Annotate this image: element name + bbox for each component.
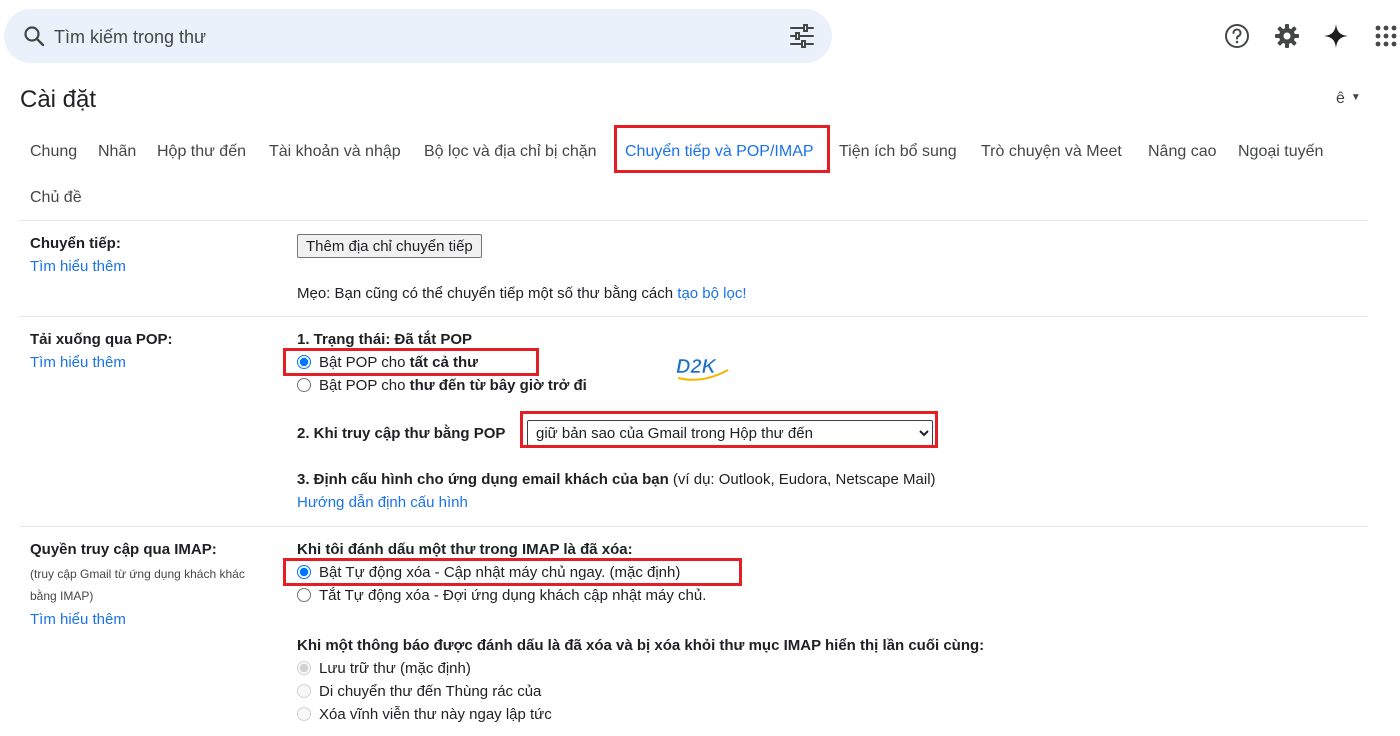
pop-learn-more-link[interactable]: Tìm hiểu thêm <box>30 354 126 371</box>
input-tools-label: ê <box>1336 90 1345 107</box>
gemini-sparkle-icon[interactable] <box>1322 22 1350 50</box>
forwarding-learn-more-link[interactable]: Tìm hiểu thêm <box>30 258 126 275</box>
highlight-pop-all <box>283 348 539 376</box>
imap-expunge-opt2-text: Di chuyển thư đến Thùng rác của <box>319 683 542 700</box>
highlight-imap-auto-on <box>283 558 742 586</box>
imap-label: Quyền truy cập qua IMAP: <box>30 541 217 558</box>
search-input[interactable] <box>52 22 756 52</box>
tab-labels[interactable]: Nhãn <box>98 143 136 161</box>
search-icon[interactable] <box>22 24 46 48</box>
section-divider <box>20 316 1368 317</box>
d2k-logo: D2K <box>676 356 729 381</box>
pop-enable-new-radio[interactable] <box>297 378 311 392</box>
add-forwarding-address-button[interactable]: Thêm địa chỉ chuyển tiếp <box>297 234 482 258</box>
page-title: Cài đặt <box>20 86 97 113</box>
tab-highlight-box <box>614 125 830 173</box>
imap-expunge-archive-option[interactable]: Lưu trữ thư (mặc định) <box>297 660 471 677</box>
pop-config-bold: 3. Định cấu hình cho ứng dụng email khác… <box>297 471 669 488</box>
pop-label: Tải xuống qua POP: <box>30 331 173 348</box>
imap-subtext-1: (truy cập Gmail từ ứng dụng khách khác <box>30 567 245 581</box>
imap-expunge-archive-radio[interactable] <box>297 661 311 675</box>
tab-addons[interactable]: Tiện ích bổ sung <box>839 143 957 161</box>
pop-option2-bold: thư đến từ bây giờ trở đi <box>409 377 587 394</box>
imap-auto-expunge-off-radio[interactable] <box>297 588 311 602</box>
tabs-divider <box>20 220 1368 221</box>
pop-enable-new-option[interactable]: Bật POP cho thư đến từ bây giờ trở đi <box>297 377 587 394</box>
tab-advanced[interactable]: Nâng cao <box>1148 143 1217 161</box>
tab-offline[interactable]: Ngoại tuyến <box>1238 143 1323 161</box>
tab-inbox[interactable]: Hộp thư đến <box>157 143 246 161</box>
imap-expunge-delete-option[interactable]: Xóa vĩnh viễn thư này ngay lập tức <box>297 706 552 723</box>
pop-config-text: 3. Định cấu hình cho ứng dụng email khác… <box>297 471 936 488</box>
forwarding-label: Chuyển tiếp: <box>30 235 121 252</box>
tab-general[interactable]: Chung <box>30 143 77 161</box>
imap-auto-expunge-off-option[interactable]: Tắt Tự động xóa - Đợi ứng dụng khách cập… <box>297 587 706 604</box>
input-tools-selector[interactable]: ê ▼ <box>1336 90 1361 108</box>
pop-status: 1. Trạng thái: Đã tắt POP <box>297 331 473 348</box>
forwarding-tip-text: Mẹo: Bạn cũng có thể chuyển tiếp một số … <box>297 285 678 302</box>
tab-chat-meet[interactable]: Trò chuyện và Meet <box>981 143 1122 161</box>
imap-expunge-trash-option[interactable]: Di chuyển thư đến Thùng rác của <box>297 683 541 700</box>
imap-expunge-delete-radio[interactable] <box>297 707 311 721</box>
forwarding-tip: Mẹo: Bạn cũng có thể chuyển tiếp một số … <box>297 285 747 302</box>
pop-config-rest: (ví dụ: Outlook, Eudora, Netscape Mail) <box>668 471 936 488</box>
search-bar[interactable] <box>4 9 832 63</box>
section-divider <box>20 526 1368 527</box>
imap-expunge-opt1-text: Lưu trữ thư (mặc định) <box>319 660 471 677</box>
imap-expunge-trash-radio[interactable] <box>297 684 311 698</box>
apps-grid-icon[interactable] <box>1372 22 1400 50</box>
tab-filters[interactable]: Bộ lọc và địa chỉ bị chặn <box>424 143 597 161</box>
caret-down-icon: ▼ <box>1350 92 1361 103</box>
search-options-icon[interactable] <box>788 23 816 49</box>
imap-delete-heading: Khi tôi đánh dấu một thư trong IMAP là đ… <box>297 541 633 558</box>
tab-accounts-import[interactable]: Tài khoản và nhập <box>269 143 401 161</box>
tab-themes[interactable]: Chủ đề <box>30 189 82 207</box>
pop-option2-text: Bật POP cho <box>319 377 410 394</box>
pop-access-label: 2. Khi truy cập thư bằng POP <box>297 425 506 442</box>
imap-expunge-heading: Khi một thông báo được đánh dấu là đã xó… <box>297 637 985 654</box>
imap-expunge-opt3-text: Xóa vĩnh viễn thư này ngay lập tức <box>319 706 552 723</box>
imap-subtext-2: bằng IMAP) <box>30 589 94 603</box>
highlight-pop-access <box>520 411 938 448</box>
d2k-logo-text: D2K <box>676 356 718 378</box>
imap-auto-off-text: Tắt Tự động xóa - Đợi ứng dụng khách cập… <box>319 587 707 604</box>
help-icon[interactable] <box>1223 22 1251 50</box>
pop-config-instructions-link[interactable]: Hướng dẫn định cấu hình <box>297 494 468 511</box>
imap-learn-more-link[interactable]: Tìm hiểu thêm <box>30 611 126 628</box>
create-filter-link[interactable]: tạo bộ lọc! <box>677 285 746 302</box>
settings-gear-icon[interactable] <box>1273 22 1301 50</box>
